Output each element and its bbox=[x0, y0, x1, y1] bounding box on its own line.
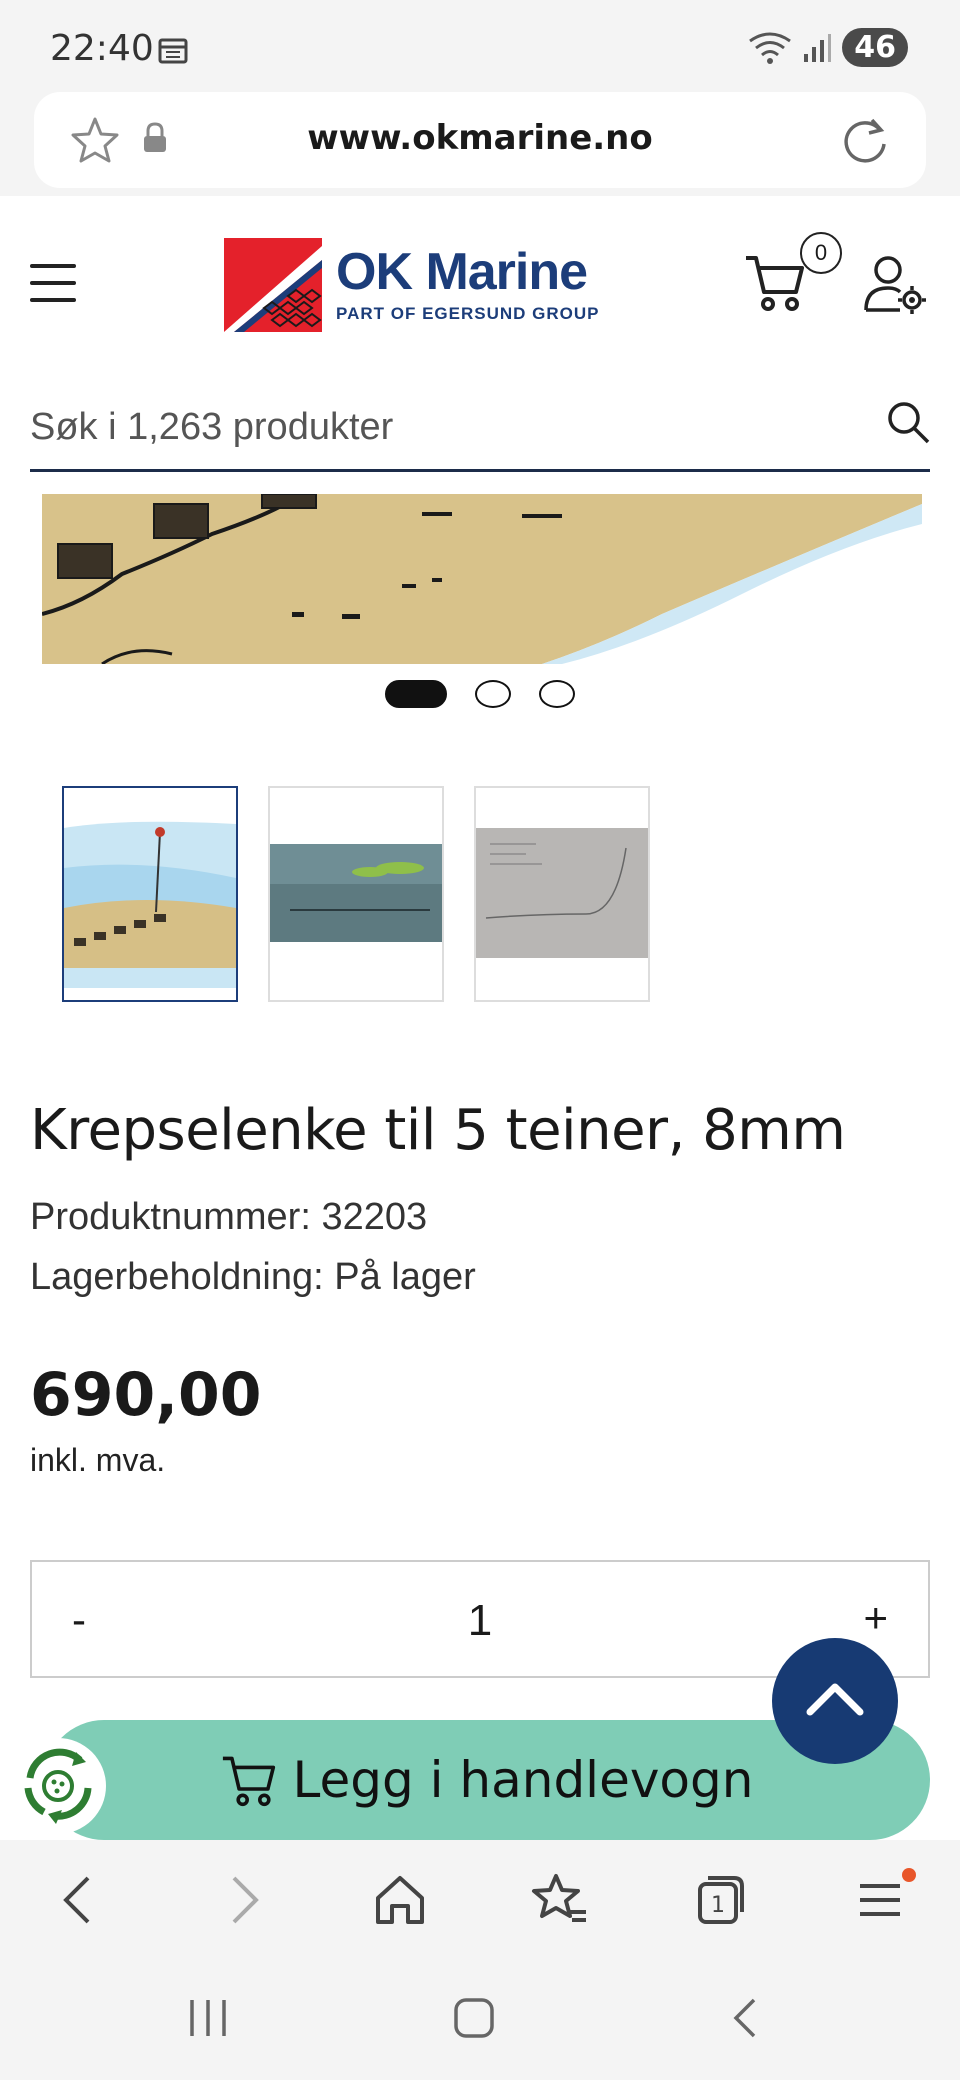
chevron-up-icon bbox=[806, 1683, 864, 1716]
recycle-badge-icon[interactable] bbox=[10, 1738, 106, 1834]
logo-title: OK Marine bbox=[336, 243, 588, 301]
wifi-icon bbox=[749, 32, 792, 64]
vat-label: inkl. mva. bbox=[30, 1442, 166, 1478]
back-icon[interactable] bbox=[50, 1870, 110, 1930]
system-back-icon[interactable] bbox=[724, 1996, 768, 2040]
product-image-carousel[interactable] bbox=[42, 494, 922, 664]
ok-marine-logo-mark bbox=[224, 238, 322, 332]
product-title: Krepselenke til 5 teiner, 8mm bbox=[30, 1098, 846, 1163]
url-text[interactable]: www.okmarine.no bbox=[34, 118, 926, 158]
calendar-icon bbox=[158, 38, 188, 64]
recent-apps-icon[interactable] bbox=[186, 1996, 230, 2040]
bookmarks-icon[interactable] bbox=[530, 1870, 590, 1930]
thumbnail-2-image bbox=[270, 788, 442, 1000]
product-image bbox=[42, 494, 922, 664]
product-price: 690,00 bbox=[30, 1360, 262, 1430]
thumbnail-3-image bbox=[476, 788, 648, 1000]
signal-icon bbox=[804, 33, 832, 62]
carousel-dot-2[interactable] bbox=[475, 680, 511, 708]
site-header: OK Marine PART OF EGERSUND GROUP 0 bbox=[0, 196, 960, 376]
battery-indicator: 46 bbox=[842, 28, 908, 67]
thumbnail-1[interactable] bbox=[62, 786, 238, 1002]
thumbnail-strip bbox=[62, 786, 650, 1002]
status-time: 22:40 bbox=[50, 28, 154, 69]
thumbnail-1-image bbox=[64, 788, 236, 1000]
web-page: OK Marine PART OF EGERSUND GROUP 0 Søk i… bbox=[0, 196, 960, 1840]
cart-icon bbox=[222, 1756, 275, 1807]
url-bar[interactable]: www.okmarine.no bbox=[34, 92, 926, 188]
cart-count-badge: 0 bbox=[800, 232, 842, 274]
site-logo[interactable]: OK Marine PART OF EGERSUND GROUP bbox=[224, 238, 599, 332]
search-bar[interactable]: Søk i 1,263 produkter bbox=[30, 376, 930, 472]
search-input[interactable]: Søk i 1,263 produkter bbox=[30, 406, 393, 449]
menu-notification-dot bbox=[902, 1868, 916, 1882]
carousel-dot-3[interactable] bbox=[539, 680, 576, 708]
tabs-icon[interactable]: 1 bbox=[690, 1870, 750, 1930]
reload-icon[interactable] bbox=[840, 114, 890, 166]
menu-icon[interactable] bbox=[850, 1870, 910, 1930]
status-bar: 22:40 46 bbox=[0, 0, 960, 92]
stock-status: Lagerbeholdning: På lager bbox=[30, 1256, 476, 1298]
product-number: Produktnummer: 32203 bbox=[30, 1196, 428, 1238]
scroll-to-top-button[interactable] bbox=[772, 1638, 898, 1764]
add-to-cart-label: Legg i handlevogn bbox=[292, 1751, 754, 1809]
carousel-pagination bbox=[0, 680, 960, 708]
system-navigation-bar bbox=[0, 1960, 960, 2080]
user-settings-icon[interactable] bbox=[862, 254, 928, 314]
search-icon[interactable] bbox=[886, 400, 930, 444]
forward-icon[interactable] bbox=[212, 1870, 272, 1930]
browser-toolbar: 1 bbox=[0, 1840, 960, 1960]
svg-text:1: 1 bbox=[711, 1893, 725, 1918]
home-button-icon[interactable] bbox=[452, 1996, 496, 2040]
home-icon[interactable] bbox=[370, 1870, 430, 1930]
quantity-increase-button[interactable]: + bbox=[863, 1594, 888, 1642]
cart-icon[interactable] bbox=[744, 252, 806, 312]
hamburger-menu-icon[interactable] bbox=[30, 264, 76, 304]
thumbnail-3[interactable] bbox=[474, 786, 650, 1002]
carousel-dot-1[interactable] bbox=[384, 680, 447, 708]
thumbnail-2[interactable] bbox=[268, 786, 444, 1002]
logo-subtitle: PART OF EGERSUND GROUP bbox=[336, 304, 600, 323]
